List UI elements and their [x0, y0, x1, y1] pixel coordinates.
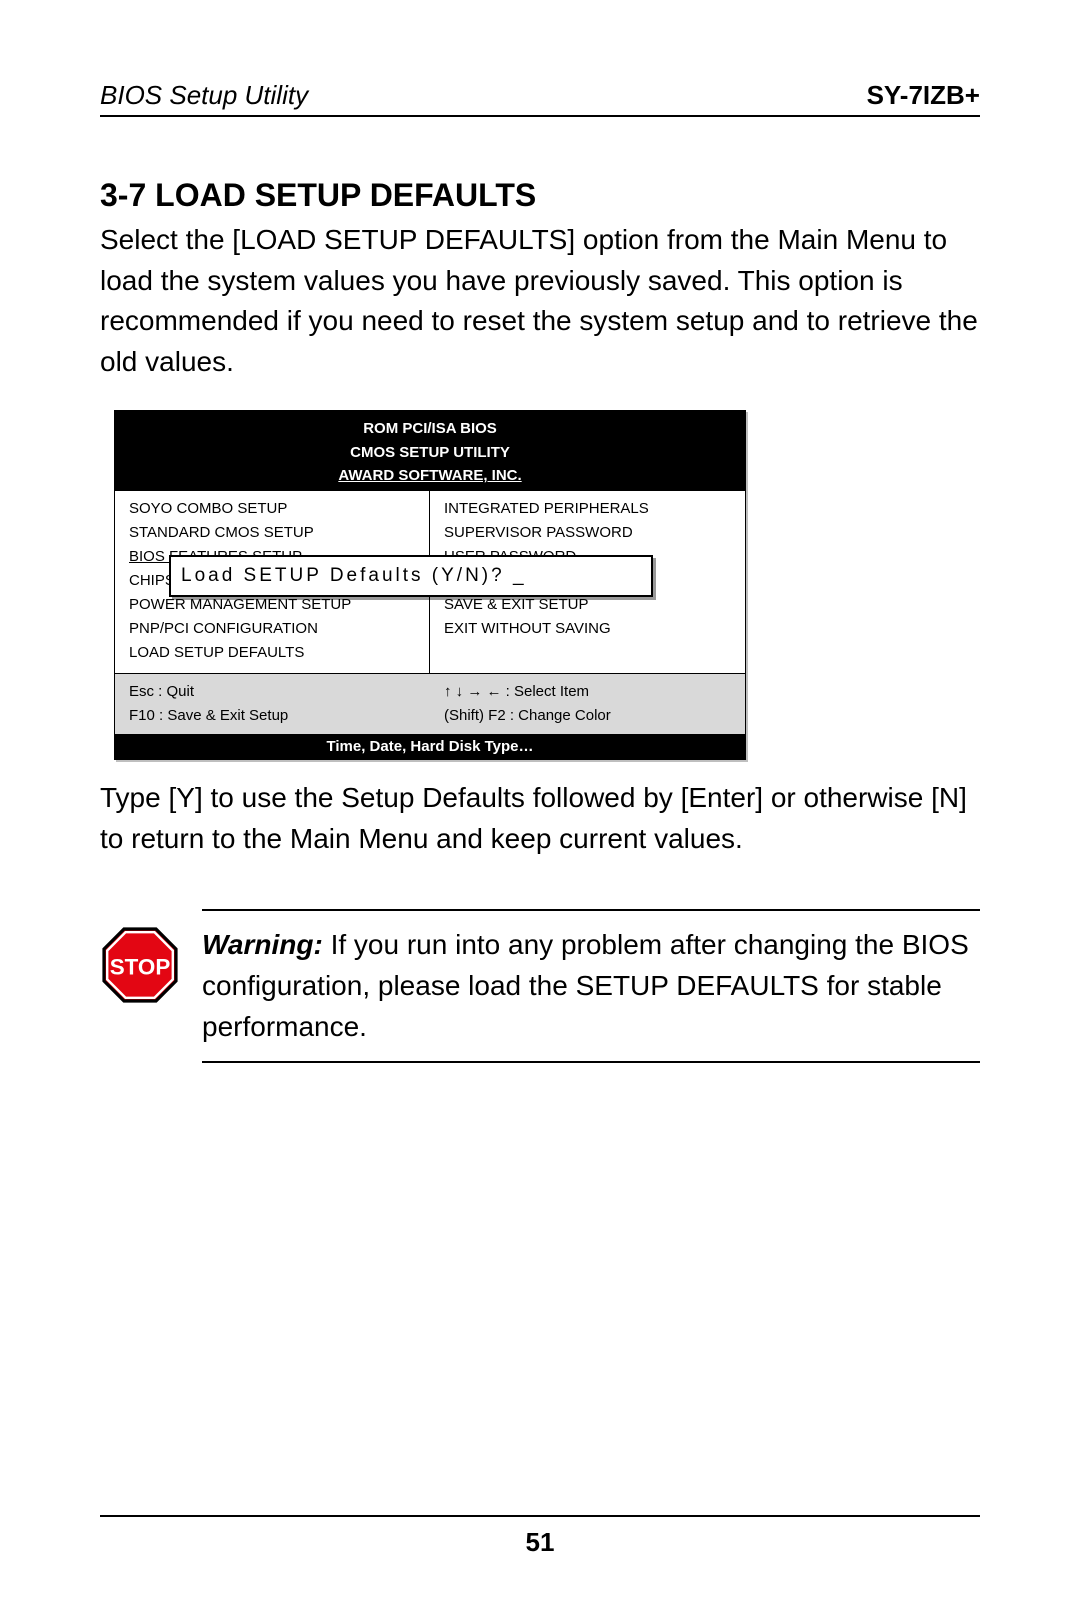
page-number: 51: [100, 1515, 980, 1558]
bios-screenshot: ROM PCI/ISA BIOS CMOS SETUP UTILITY AWAR…: [114, 410, 746, 760]
intro-paragraph: Select the [LOAD SETUP DEFAULTS] option …: [100, 220, 980, 382]
bios-help-shiftf2: (Shift) F2 : Change Color: [444, 704, 735, 728]
bios-confirm-dialog[interactable]: Load SETUP Defaults (Y/N)? _: [169, 555, 653, 597]
header-title: BIOS Setup Utility: [100, 80, 308, 111]
bios-help-arrows: ↑ ↓ → ← : Select Item: [444, 680, 735, 704]
bios-help-right: ↑ ↓ → ← : Select Item (Shift) F2 : Chang…: [430, 674, 745, 734]
bios-menu-item[interactable]: STANDARD CMOS SETUP: [129, 521, 419, 545]
bios-help-bar: Esc : Quit F10 : Save & Exit Setup ↑ ↓ →…: [115, 673, 745, 734]
bios-title-line2: CMOS SETUP UTILITY: [115, 441, 745, 464]
bios-title-line1: ROM PCI/ISA BIOS: [115, 417, 745, 440]
warning-label: Warning:: [202, 929, 323, 960]
warning-block: STOP Warning: If you run into any proble…: [100, 909, 980, 1063]
stop-icon: STOP: [100, 925, 180, 1005]
bios-menu-area: SOYO COMBO SETUP STANDARD CMOS SETUP BIO…: [115, 491, 745, 673]
bios-menu-item[interactable]: PNP/PCI CONFIGURATION: [129, 617, 419, 641]
bios-help-f10: F10 : Save & Exit Setup: [129, 704, 420, 728]
bios-help-left: Esc : Quit F10 : Save & Exit Setup: [115, 674, 430, 734]
after-paragraph: Type [Y] to use the Setup Defaults follo…: [100, 778, 980, 859]
bios-menu-item[interactable]: SUPERVISOR PASSWORD: [444, 521, 735, 545]
bios-status-bar: Time, Date, Hard Disk Type…: [115, 734, 745, 759]
bios-menu-item[interactable]: EXIT WITHOUT SAVING: [444, 617, 735, 641]
bios-title-bar: ROM PCI/ISA BIOS CMOS SETUP UTILITY AWAR…: [115, 411, 745, 491]
page-header: BIOS Setup Utility SY-7IZB+: [100, 80, 980, 117]
bios-menu-item[interactable]: INTEGRATED PERIPHERALS: [444, 497, 735, 521]
bios-help-esc: Esc : Quit: [129, 680, 420, 704]
header-model: SY-7IZB+: [867, 80, 980, 111]
svg-text:STOP: STOP: [110, 955, 171, 980]
warning-text: Warning: If you run into any problem aft…: [202, 909, 980, 1063]
section-heading: 3-7 LOAD SETUP DEFAULTS: [100, 177, 980, 214]
bios-title-line3: AWARD SOFTWARE, INC.: [115, 464, 745, 487]
bios-menu-item[interactable]: SOYO COMBO SETUP: [129, 497, 419, 521]
manual-page: BIOS Setup Utility SY-7IZB+ 3-7 LOAD SET…: [0, 0, 1080, 1618]
bios-menu-item[interactable]: LOAD SETUP DEFAULTS: [129, 641, 419, 665]
